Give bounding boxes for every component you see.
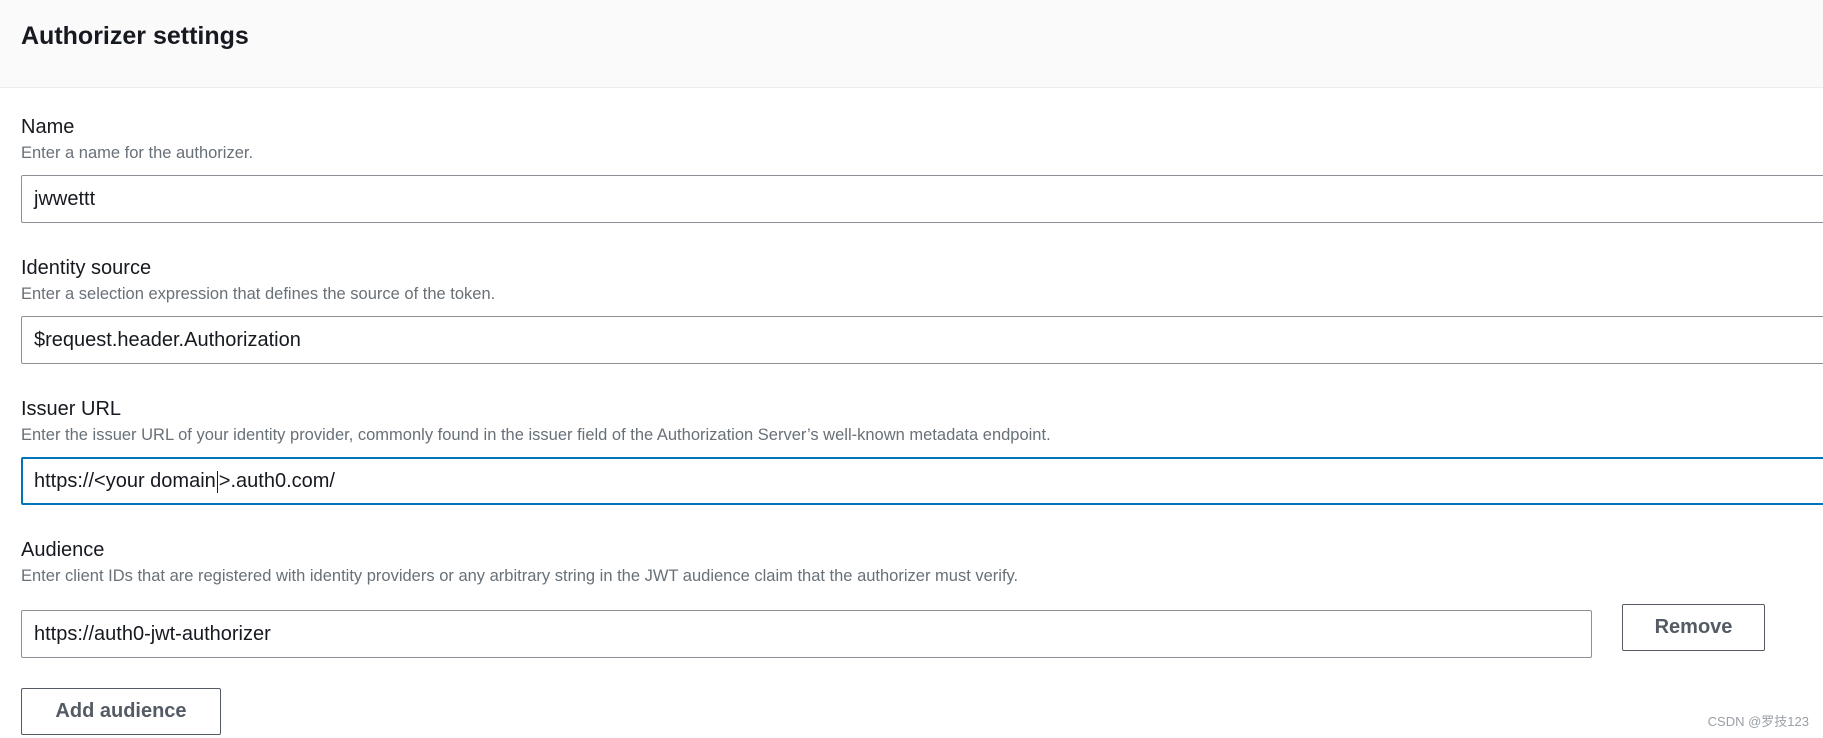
issuer-url-label: Issuer URL bbox=[21, 398, 122, 420]
audience-input[interactable]: https://auth0-jwt-authorizer bbox=[21, 610, 1592, 658]
issuer-url-description: Enter the issuer URL of your identity pr… bbox=[21, 426, 1051, 444]
audience-label: Audience bbox=[21, 539, 105, 561]
issuer-url-field-group: Issuer URL Enter the issuer URL of your … bbox=[21, 397, 1051, 445]
identity-source-label: Identity source bbox=[21, 257, 152, 279]
text-caret bbox=[216, 470, 218, 493]
name-description: Enter a name for the authorizer. bbox=[21, 144, 254, 162]
issuer-url-value-start: https://<your domain bbox=[34, 470, 216, 492]
name-label: Name bbox=[21, 116, 75, 138]
name-field-group: Name Enter a name for the authorizer. bbox=[21, 115, 253, 163]
section-title: Authorizer settings bbox=[21, 22, 249, 50]
audience-field-group: Audience Enter client IDs that are regis… bbox=[21, 538, 1018, 586]
identity-source-description: Enter a selection expression that define… bbox=[21, 285, 496, 303]
issuer-url-value-end: >.auth0.com/ bbox=[218, 470, 335, 492]
add-audience-button[interactable]: Add audience bbox=[21, 688, 221, 735]
audience-description: Enter client IDs that are registered wit… bbox=[21, 567, 1019, 585]
name-input[interactable]: jwwettt bbox=[21, 175, 1823, 223]
identity-source-field-group: Identity source Enter a selection expres… bbox=[21, 256, 495, 304]
watermark: CSDN @罗技123 bbox=[1707, 714, 1809, 729]
identity-source-input[interactable]: $request.header.Authorization bbox=[21, 316, 1823, 364]
remove-audience-button[interactable]: Remove bbox=[1622, 604, 1765, 651]
section-header: Authorizer settings bbox=[0, 0, 1823, 88]
issuer-url-input[interactable]: https://<your domain >.auth0.com/ bbox=[21, 457, 1823, 505]
